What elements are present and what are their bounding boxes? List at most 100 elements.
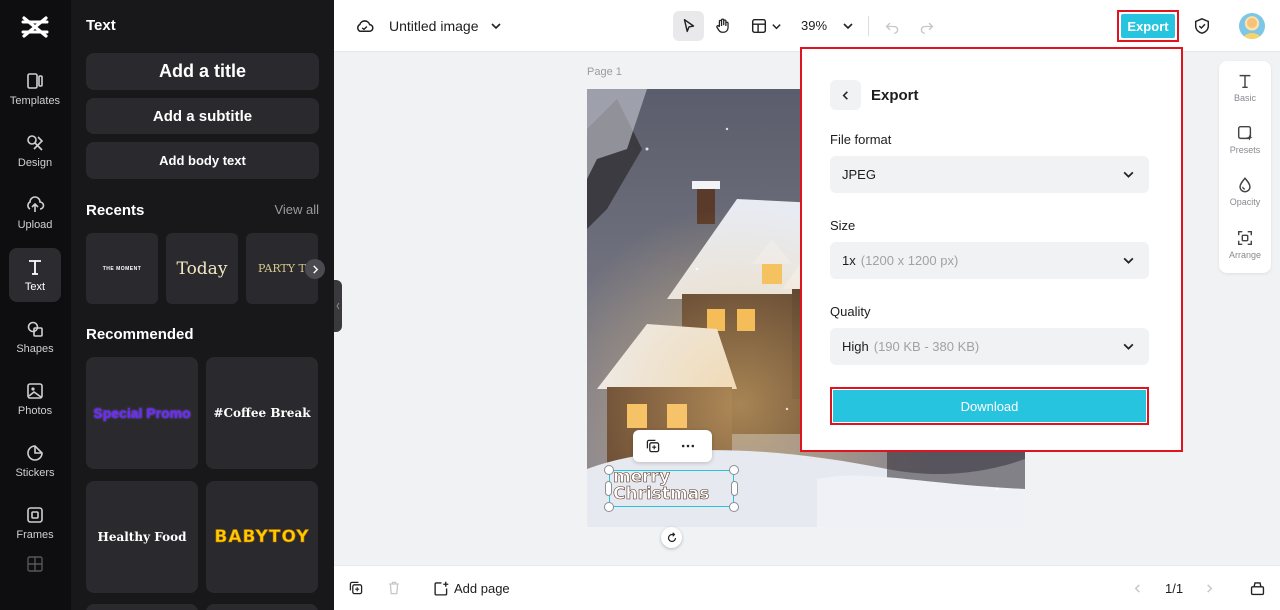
duplicate-icon[interactable]	[643, 436, 663, 456]
add-page-button[interactable]: Add page	[454, 581, 510, 596]
rotate-handle[interactable]	[661, 527, 682, 548]
chevron-down-icon	[1123, 171, 1134, 178]
stickers-icon	[27, 445, 43, 461]
resize-handle[interactable]	[604, 465, 614, 475]
opacity-tool[interactable]: Opacity	[1219, 176, 1271, 207]
text-panel: Text Add a title Add a subtitle Add body…	[71, 0, 334, 610]
add-subtitle-button[interactable]: Add a subtitle	[86, 98, 319, 134]
page-count: 1/1	[1165, 581, 1184, 596]
recent-text-style[interactable]: Today	[166, 233, 238, 304]
quality-select[interactable]: High (190 KB - 380 KB)	[830, 328, 1149, 365]
rail-label: Text	[24, 281, 46, 293]
tool-label: Opacity	[1229, 197, 1261, 207]
rail-label: Design	[17, 157, 53, 169]
presets-tool[interactable]: Presets	[1219, 124, 1271, 155]
tool-label: Basic	[1233, 93, 1256, 103]
canvas-text-line2: Christmas	[613, 484, 710, 504]
resize-handle[interactable]	[729, 465, 739, 475]
shapes-icon	[27, 321, 43, 337]
recommended-card-label: Healthy Food	[97, 530, 187, 544]
chevron-down-icon[interactable]	[841, 19, 855, 33]
rail-label: Shapes	[16, 343, 54, 355]
export-dialog: Export File format JPEG Size 1x (1200 x …	[800, 47, 1183, 452]
chevron-left-icon	[336, 302, 340, 310]
layout-icon	[751, 18, 767, 34]
rail-item-more[interactable]	[9, 546, 61, 586]
file-format-value: JPEG	[842, 167, 876, 182]
frames-icon	[27, 507, 43, 523]
recommended-card[interactable]: #Coffee Break	[206, 357, 318, 469]
add-page-icon[interactable]	[432, 579, 450, 597]
next-page-icon[interactable]	[1202, 581, 1216, 595]
recommended-card-label: Special Promo	[93, 405, 191, 421]
selected-text-element[interactable]: merry Christmas	[609, 468, 734, 507]
basic-tool[interactable]: Basic	[1219, 72, 1271, 103]
recommended-card[interactable]	[206, 604, 318, 610]
rail-item-text[interactable]: Text	[9, 248, 61, 302]
rail-label: Stickers	[15, 467, 55, 479]
resize-handle[interactable]	[605, 481, 612, 496]
resize-handle[interactable]	[729, 502, 739, 512]
export-button[interactable]: Export	[1121, 14, 1175, 38]
chevron-down-icon[interactable]	[770, 19, 782, 33]
presets-icon	[1237, 125, 1253, 141]
page-manager-icon[interactable]	[1247, 578, 1267, 598]
rail-label: Templates	[9, 95, 61, 107]
hand-tool-button[interactable]	[710, 13, 736, 39]
recommended-card[interactable]	[86, 604, 198, 610]
rotate-icon	[667, 531, 676, 542]
rail-item-photos[interactable]: Photos	[9, 372, 61, 426]
chevron-right-icon	[312, 264, 318, 274]
file-format-label: File format	[830, 132, 892, 147]
download-button[interactable]: Download	[833, 390, 1146, 422]
prev-page-icon[interactable]	[1130, 581, 1144, 595]
chevron-down-icon	[1123, 257, 1134, 264]
add-title-button[interactable]: Add a title	[86, 53, 319, 90]
file-format-select[interactable]: JPEG	[830, 156, 1149, 193]
rail-item-design[interactable]: Design	[9, 124, 61, 178]
duplicate-page-icon[interactable]	[347, 579, 365, 597]
add-body-text-button[interactable]: Add body text	[86, 142, 319, 179]
rail-label: Photos	[17, 405, 53, 417]
more-options-icon[interactable]	[678, 436, 698, 456]
redo-button[interactable]	[916, 16, 936, 36]
dialog-title: Export	[871, 87, 919, 104]
rail-label: Frames	[16, 529, 54, 541]
recommended-card[interactable]: BABYTOY	[206, 481, 318, 593]
recents-next-button[interactable]	[305, 259, 325, 279]
rail-item-upload[interactable]: Upload	[9, 186, 61, 240]
zoom-level[interactable]: 39%	[801, 18, 827, 33]
toolbar-divider	[868, 16, 869, 36]
back-button[interactable]	[830, 80, 861, 110]
templates-icon	[27, 73, 43, 89]
recent-text-label: THE MOMENT	[102, 265, 142, 272]
trash-icon[interactable]	[385, 579, 403, 597]
rail-item-templates[interactable]: Templates	[9, 62, 61, 116]
view-all-link[interactable]: View all	[274, 202, 319, 217]
recommended-card[interactable]: Special Promo	[86, 357, 198, 469]
cloud-save-icon[interactable]	[354, 16, 374, 36]
rail-item-stickers[interactable]: Stickers	[9, 434, 61, 488]
capcut-logo-icon[interactable]	[20, 14, 50, 40]
avatar[interactable]	[1239, 13, 1265, 39]
grid-icon	[27, 556, 43, 572]
select-tool-button[interactable]	[673, 11, 704, 41]
size-select[interactable]: 1x (1200 x 1200 px)	[830, 242, 1149, 279]
resize-handle[interactable]	[731, 481, 738, 496]
chevron-left-icon	[842, 90, 848, 100]
shield-icon[interactable]	[1191, 15, 1213, 37]
document-title[interactable]: Untitled image	[389, 18, 479, 34]
download-button-highlight: Download	[830, 387, 1149, 425]
rail-item-frames[interactable]: Frames	[9, 496, 61, 550]
arrange-tool[interactable]: Arrange	[1219, 229, 1271, 260]
panel-collapse-handle[interactable]	[334, 280, 342, 332]
layout-button[interactable]	[748, 14, 770, 38]
chevron-down-icon[interactable]	[489, 19, 503, 33]
recent-text-style[interactable]: THE MOMENT	[86, 233, 158, 304]
resize-handle[interactable]	[604, 502, 614, 512]
recommended-card-label: #Coffee Break	[213, 406, 311, 420]
panel-heading: Text	[86, 17, 116, 34]
recommended-card[interactable]: Healthy Food	[86, 481, 198, 593]
undo-button[interactable]	[882, 16, 902, 36]
rail-item-shapes[interactable]: Shapes	[9, 310, 61, 364]
